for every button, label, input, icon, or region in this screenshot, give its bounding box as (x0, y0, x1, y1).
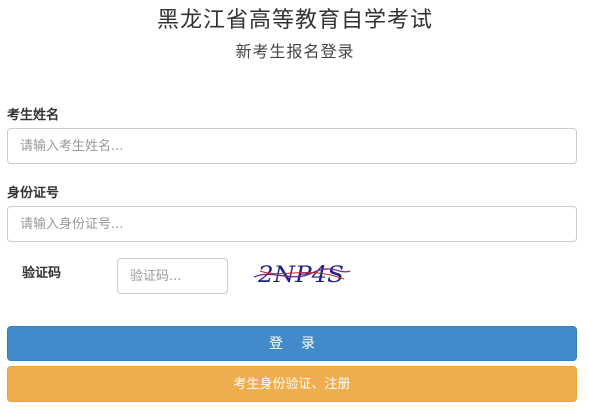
page-subtitle: 新考生报名登录 (235, 42, 355, 61)
id-number-input[interactable] (7, 206, 577, 242)
login-page: 黑龙江省高等教育自学考试 新考生报名登录 考生姓名 身份证号 验证码 2NP4S… (0, 0, 590, 408)
name-input[interactable] (7, 128, 577, 164)
name-label: 考生姓名 (7, 108, 60, 123)
captcha-image[interactable]: 2NP4S (252, 257, 352, 291)
captcha-label: 验证码 (22, 266, 62, 281)
page-title: 黑龙江省高等教育自学考试 (156, 8, 433, 33)
captcha-input[interactable] (117, 258, 228, 294)
captcha-graphic: 2NP4S (253, 263, 351, 288)
register-button[interactable]: 考生身份验证、注册 (7, 366, 577, 402)
id-number-label: 身份证号 (7, 186, 60, 201)
login-button[interactable]: 登录 (7, 326, 577, 361)
